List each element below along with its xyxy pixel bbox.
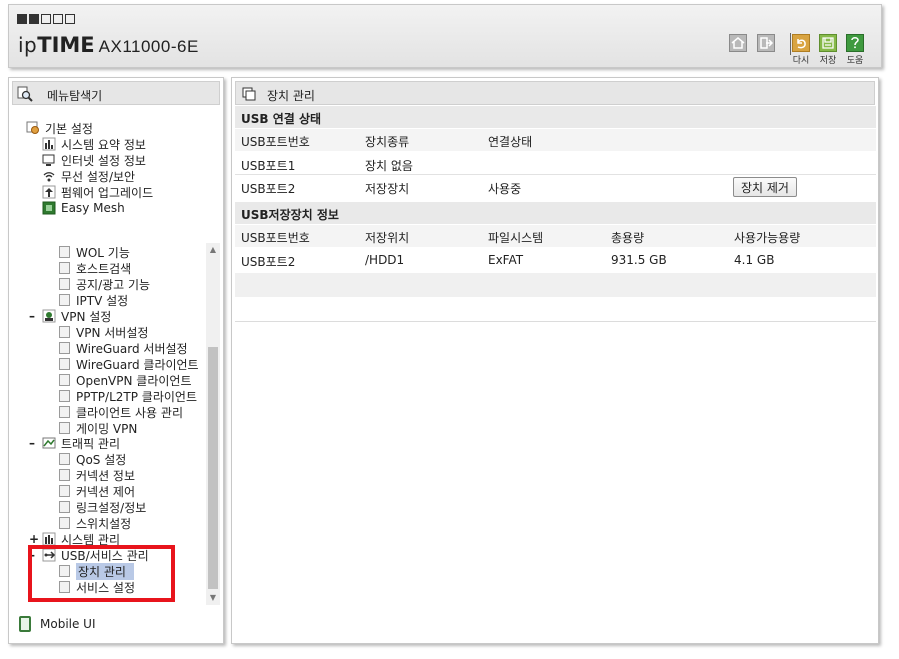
usb-status-heading: USB 연결 상태 [235, 106, 876, 128]
page-icon [59, 374, 70, 386]
page-icon [59, 294, 70, 306]
tree-item-wol[interactable]: WOL 기능 [59, 244, 130, 260]
mobile-ui-link[interactable]: Mobile UI [19, 616, 96, 632]
header-bar: ipTIME AX11000-6E 다시 저장 도움 [8, 4, 882, 68]
menu-explorer: 메뉴탐색기 기본 설정 시스템 요약 정보 인터넷 설정 정보 무선 설정/보안… [8, 77, 224, 644]
model-name: AX11000-6E [98, 37, 199, 56]
tree-group-vpn[interactable]: VPN 설정 [42, 308, 111, 324]
wifi-icon [43, 172, 55, 182]
mobile-phone-icon [19, 616, 31, 632]
system-icon [42, 532, 56, 546]
tree-item-notice-ads[interactable]: 공지/광고 기능 [59, 276, 150, 292]
tree-item-vpn-server[interactable]: VPN 서버설정 [59, 324, 148, 340]
annotation-highlight-box [28, 545, 175, 602]
page-icon [59, 278, 70, 290]
page-icon [59, 485, 70, 497]
tree-group-label: 기본 설정 [45, 121, 93, 136]
reload-label: 다시 [792, 56, 810, 66]
main-title-bar: 장치 관리 [235, 81, 875, 105]
page-icon [59, 422, 70, 434]
table-row: USB포트2 저장장치 사용중 장치 제거 [235, 176, 876, 198]
scroll-up-arrow-icon[interactable]: ▲ [206, 243, 220, 257]
menu-scrollbar[interactable]: ▲ ▼ [206, 243, 220, 605]
table-row: USB포트1 장치 없음 [235, 153, 876, 175]
storage-header-row: USB포트번호 저장위치 파일시스템 총용량 사용가능용량 [235, 225, 876, 247]
page-icon [59, 390, 70, 402]
tree-item-switch-settings[interactable]: 스위치설정 [59, 515, 131, 531]
settings-folder-icon [26, 121, 39, 134]
collapse-traffic-toggle[interactable]: – [29, 435, 35, 451]
brand-logo: ipTIME AX11000-6E [18, 33, 199, 57]
mesh-icon [42, 201, 56, 215]
tree-item-system-summary[interactable]: 시스템 요약 정보 [42, 136, 146, 152]
scroll-down-arrow-icon[interactable]: ▼ [206, 591, 220, 605]
tree-item-wireguard-server[interactable]: WireGuard 서버설정 [59, 340, 188, 356]
undo-icon [792, 34, 810, 52]
tree-item-easy-mesh[interactable]: Easy Mesh [42, 200, 125, 216]
traffic-icon [42, 437, 56, 449]
tree-item-host-search[interactable]: 호스트검색 [59, 260, 131, 276]
page-icon [59, 246, 70, 258]
tree-item-qos[interactable]: QoS 설정 [59, 451, 126, 467]
page-icon [59, 358, 70, 370]
reload-button[interactable] [792, 34, 810, 52]
tree-item-wireguard-client[interactable]: WireGuard 클라이언트 [59, 356, 199, 372]
save-label: 저장 [819, 56, 837, 66]
empty-divider-row [235, 273, 876, 297]
bar-chart-icon [42, 137, 56, 151]
window-icon [242, 87, 256, 101]
tree-item-connection-info[interactable]: 커넥션 정보 [59, 467, 135, 483]
header-separator [790, 33, 791, 55]
tree-item-wireless-settings[interactable]: 무선 설정/보안 [42, 168, 135, 184]
page-icon [59, 453, 70, 465]
monitor-icon [42, 154, 55, 166]
scroll-thumb[interactable] [208, 347, 218, 589]
remove-device-button[interactable]: 장치 제거 [733, 177, 797, 197]
vpn-icon [42, 309, 56, 323]
upgrade-icon [42, 185, 56, 199]
page-title: 장치 관리 [267, 89, 315, 103]
save-icon [819, 34, 837, 52]
menu-explorer-title: 메뉴탐색기 [47, 89, 103, 103]
help-icon [846, 34, 864, 52]
page-icon [59, 469, 70, 481]
page-icon [59, 262, 70, 274]
save-button[interactable] [819, 34, 837, 52]
tree-item-link-settings[interactable]: 링크설정/정보 [59, 499, 146, 515]
divider [235, 321, 876, 322]
search-icon [17, 86, 33, 102]
page-icon [59, 326, 70, 338]
page-icon [59, 501, 70, 513]
tree-item-client-usage[interactable]: 클라이언트 사용 관리 [59, 404, 183, 420]
page-icon [59, 342, 70, 354]
tree-group-traffic[interactable]: 트래픽 관리 [42, 435, 120, 451]
tree-item-pptp-l2tp-client[interactable]: PPTP/L2TP 클라이언트 [59, 388, 197, 404]
collapse-vpn-toggle[interactable]: – [29, 308, 35, 324]
tree-item-firmware-upgrade[interactable]: 펌웨어 업그레이드 [42, 184, 153, 200]
page-icon [59, 406, 70, 418]
logout-icon [757, 34, 775, 52]
help-button[interactable] [846, 34, 864, 52]
menu-explorer-title-bar: 메뉴탐색기 [12, 81, 220, 105]
home-button[interactable] [729, 34, 747, 52]
tree-group-basic-settings[interactable]: 기본 설정 [26, 120, 93, 136]
help-label: 도움 [846, 56, 864, 66]
tree-item-openvpn-client[interactable]: OpenVPN 클라이언트 [59, 372, 192, 388]
main-panel: 장치 관리 USB 연결 상태 USB포트번호 장치종류 연결상태 USB포트1… [231, 77, 879, 644]
storage-info-heading: USB저장장치 정보 [235, 202, 876, 224]
tree-item-connection-control[interactable]: 커넥션 제어 [59, 483, 135, 499]
home-icon [729, 34, 747, 52]
table-row: USB포트2 /HDD1 ExFAT 931.5 GB 4.1 GB [235, 249, 876, 271]
page-icon [59, 517, 70, 529]
tree-item-iptv[interactable]: IPTV 설정 [59, 292, 128, 308]
window-squares [17, 14, 75, 24]
usb-status-header-row: USB포트번호 장치종류 연결상태 [235, 129, 876, 151]
tree-item-internet-settings[interactable]: 인터넷 설정 정보 [42, 152, 146, 168]
logout-button[interactable] [757, 34, 775, 52]
